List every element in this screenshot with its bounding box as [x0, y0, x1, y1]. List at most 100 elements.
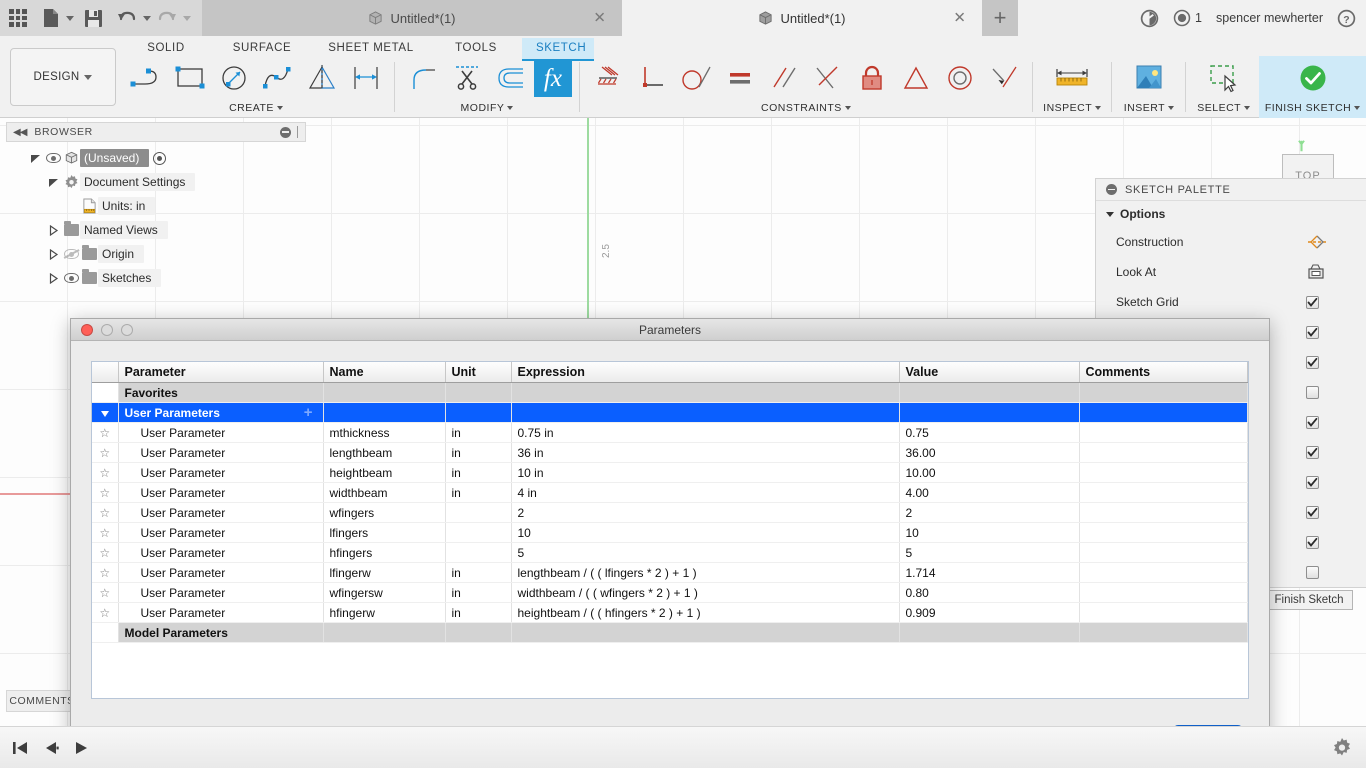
tangent-button[interactable]: [674, 57, 718, 99]
collinear-button[interactable]: [806, 57, 850, 99]
cell-unit[interactable]: [445, 502, 512, 523]
offset-tool-button[interactable]: [489, 57, 533, 99]
undo-button[interactable]: [117, 5, 137, 31]
tree-item-origin[interactable]: Origin: [6, 242, 306, 266]
panel-resize-handle[interactable]: [297, 126, 299, 138]
mirror-tool-button[interactable]: [300, 57, 344, 99]
group-expander-icon[interactable]: [92, 402, 119, 423]
table-row[interactable]: ☆ User Parameter mthickness in 0.75 in 0…: [92, 422, 1248, 443]
visibility-eye-icon[interactable]: [44, 153, 62, 163]
concentric-button[interactable]: [938, 57, 982, 99]
visibility-eye-off-icon[interactable]: [62, 249, 80, 259]
cell-comments[interactable]: [1079, 422, 1248, 443]
select-button[interactable]: [1202, 57, 1246, 99]
document-tab-1[interactable]: Untitled*(1) ✕: [202, 0, 622, 36]
save-button[interactable]: [84, 5, 103, 31]
cell-comments[interactable]: [1079, 582, 1248, 603]
palette-row-construction[interactable]: Construction: [1096, 227, 1366, 257]
dialog-title-bar[interactable]: Parameters: [71, 319, 1269, 341]
expander-right-icon[interactable]: [44, 224, 62, 236]
palette-checkbox-8[interactable]: [1306, 445, 1319, 459]
table-row[interactable]: ☆ User Parameter wfingersw in widthbeam …: [92, 582, 1248, 603]
minimize-icon[interactable]: [1106, 184, 1117, 195]
group-row-model-parameters[interactable]: Model Parameters: [92, 622, 1248, 643]
panel-select-label[interactable]: SELECT: [1197, 100, 1251, 116]
fix-unfix-button[interactable]: [586, 57, 630, 99]
redo-caret-icon[interactable]: [183, 15, 191, 21]
cell-unit[interactable]: in: [445, 602, 512, 623]
fillet-tool-button[interactable]: [401, 57, 445, 99]
notifications-button[interactable]: 1: [1173, 9, 1202, 27]
cell-unit[interactable]: in: [445, 442, 512, 463]
palette-checkbox-4[interactable]: [1306, 325, 1319, 339]
table-row[interactable]: ☆ User Parameter lfingers 10 10: [92, 522, 1248, 543]
cell-unit[interactable]: in: [445, 482, 512, 503]
line-tool-button[interactable]: [124, 57, 168, 99]
cell-comments[interactable]: [1079, 562, 1248, 583]
col-header-unit[interactable]: Unit: [445, 362, 512, 383]
spline-tool-button[interactable]: [256, 57, 300, 99]
palette-finish-sketch-button[interactable]: Finish Sketch: [1265, 590, 1353, 610]
palette-checkbox-6[interactable]: [1306, 385, 1319, 399]
palette-section-options[interactable]: Options: [1096, 201, 1366, 227]
finish-sketch-button[interactable]: [1291, 57, 1335, 99]
equal-button[interactable]: [718, 57, 762, 99]
step-back-button[interactable]: [43, 740, 60, 756]
cell-expression[interactable]: 10 in: [511, 462, 900, 483]
cell-name[interactable]: mthickness: [323, 422, 446, 443]
tree-item-unsaved[interactable]: (Unsaved): [6, 146, 306, 170]
job-status-button[interactable]: [1140, 9, 1159, 28]
new-tab-button[interactable]: +: [982, 0, 1018, 36]
cell-expression[interactable]: 2: [511, 502, 900, 523]
tree-item-named-views[interactable]: Named Views: [6, 218, 306, 242]
cell-expression[interactable]: 10: [511, 522, 900, 543]
palette-checkbox-7[interactable]: [1306, 415, 1319, 429]
col-header-comments[interactable]: Comments: [1079, 362, 1248, 383]
play-forward-button[interactable]: [74, 740, 89, 756]
cell-name[interactable]: lfingers: [323, 522, 446, 543]
cell-comments[interactable]: [1079, 602, 1248, 623]
insert-image-button[interactable]: [1127, 57, 1171, 99]
cell-comments[interactable]: [1079, 502, 1248, 523]
tree-item-units[interactable]: Units: in: [6, 194, 306, 218]
panel-constraints-label[interactable]: CONSTRAINTS: [761, 100, 851, 116]
trim-tool-button[interactable]: [445, 57, 489, 99]
tree-item-document-settings[interactable]: Document Settings: [6, 170, 306, 194]
cell-expression[interactable]: heightbeam / ( ( hfingers * 2 ) + 1 ): [511, 602, 900, 623]
jump-to-start-button[interactable]: [12, 740, 29, 756]
tree-item-sketches[interactable]: Sketches: [6, 266, 306, 290]
measure-button[interactable]: [1050, 57, 1094, 99]
expander-right-icon[interactable]: [44, 272, 62, 284]
panel-insert-label[interactable]: INSERT: [1124, 100, 1175, 116]
palette-checkbox-12[interactable]: [1306, 565, 1319, 579]
palette-checkbox-10[interactable]: [1306, 505, 1319, 519]
sketch-grid-checkbox[interactable]: [1306, 295, 1319, 309]
apps-grid-button[interactable]: [8, 5, 28, 31]
expander-down-icon[interactable]: [26, 153, 44, 164]
cell-comments[interactable]: [1079, 442, 1248, 463]
look-at-camera-icon[interactable]: [1306, 263, 1366, 281]
table-row[interactable]: ☆ User Parameter lfingerw in lengthbeam …: [92, 562, 1248, 583]
cell-comments[interactable]: [1079, 482, 1248, 503]
new-file-button[interactable]: [42, 5, 60, 31]
help-button[interactable]: ?: [1337, 9, 1356, 28]
redo-button[interactable]: [157, 5, 177, 31]
favorite-star-icon[interactable]: ☆: [92, 462, 119, 483]
cell-unit[interactable]: in: [445, 582, 512, 603]
favorite-star-icon[interactable]: ☆: [92, 442, 119, 463]
panel-modify-label[interactable]: MODIFY: [461, 100, 514, 116]
visibility-eye-icon[interactable]: [62, 273, 80, 283]
favorite-star-icon[interactable]: ☆: [92, 542, 119, 563]
cell-unit[interactable]: [445, 542, 512, 563]
expander-right-icon[interactable]: [44, 248, 62, 260]
collapse-left-icon[interactable]: ◀◀: [13, 127, 27, 138]
table-row[interactable]: ☆ User Parameter hfingers 5 5: [92, 542, 1248, 563]
undo-caret-icon[interactable]: [143, 15, 151, 21]
group-row-favorites[interactable]: Favorites: [92, 382, 1248, 403]
cell-name[interactable]: lengthbeam: [323, 442, 446, 463]
cell-name[interactable]: wfingers: [323, 502, 446, 523]
close-icon[interactable]: ✕: [953, 11, 966, 26]
symmetry-button[interactable]: [894, 57, 938, 99]
cell-unit[interactable]: [445, 522, 512, 543]
cell-comments[interactable]: [1079, 462, 1248, 483]
